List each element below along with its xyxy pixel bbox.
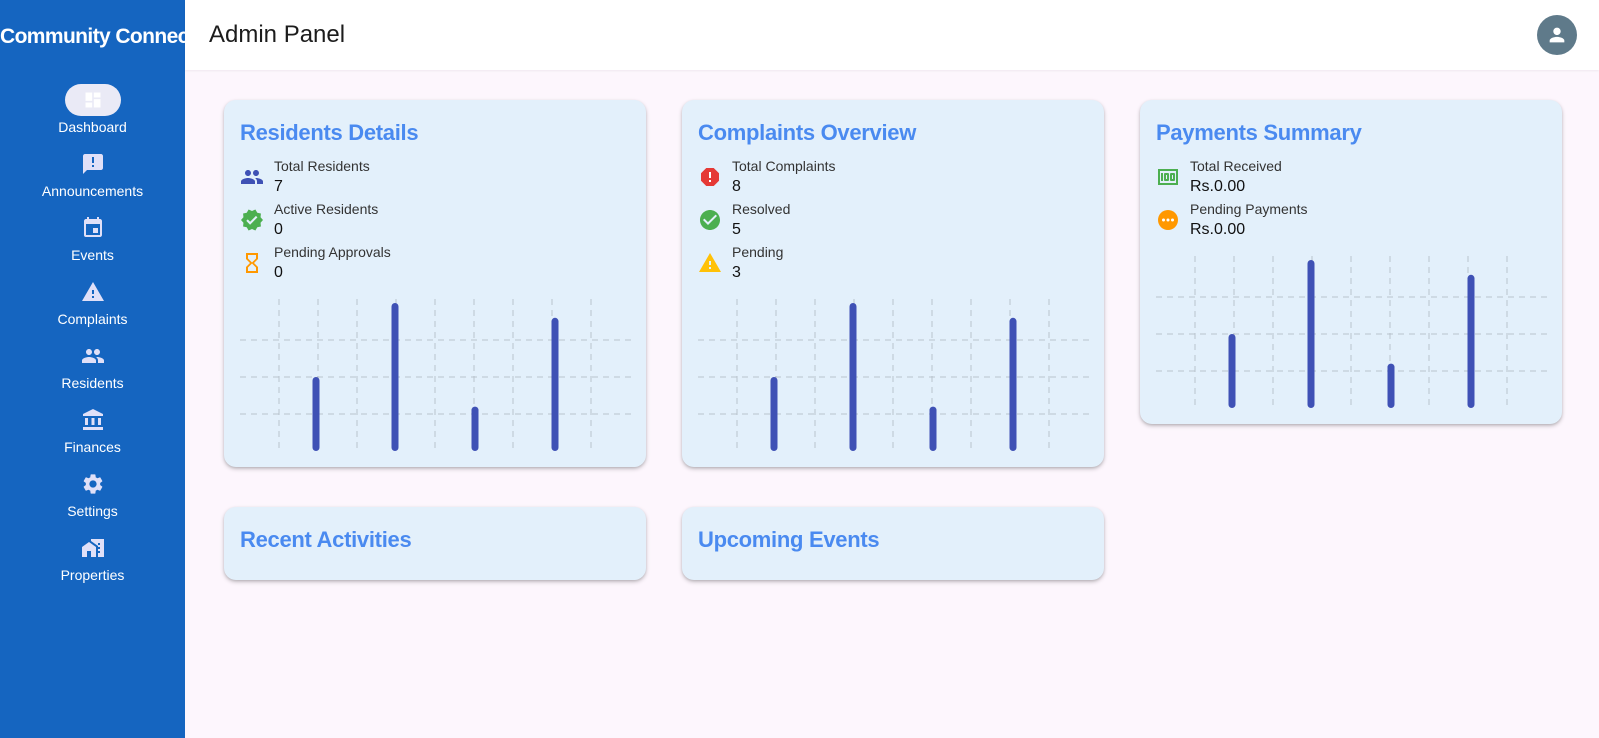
residents-bar-chart [240,299,632,451]
stat-total-received: Total Received Rs.0.00 [1156,157,1516,199]
check-circle-icon [698,208,722,232]
sidebar-item-label: Residents [61,375,124,391]
top-app-bar: Admin Panel [185,0,1599,70]
stat-label: Pending [732,244,784,260]
chart-bar [1387,363,1395,408]
stat-active-residents: Active Residents 0 [240,200,600,242]
calendar-icon [65,212,121,244]
sidebar-item-residents[interactable]: Residents [0,340,185,404]
page-title: Admin Panel [209,21,346,48]
sidebar-item-label: Events [71,247,114,263]
chart-bar [312,377,320,451]
sidebar-item-label: Finances [64,439,121,455]
app-brand: Community Connect [0,25,185,48]
warning-icon [65,276,121,308]
sidebar-item-label: Settings [67,503,118,519]
stat-total-complaints: Total Complaints 8 [698,157,1058,199]
stat-label: Total Residents [274,158,370,174]
stat-total-residents: Total Residents 7 [240,157,600,199]
chart-bar [770,377,778,451]
money-icon [1156,165,1180,189]
chart-bar [1307,260,1315,408]
sidebar-item-label: Dashboard [58,119,127,135]
sidebar-item-announcements[interactable]: Announcements [0,148,185,212]
bank-icon [65,404,121,436]
sidebar-item-properties[interactable]: Properties [0,532,185,596]
stat-value: 0 [274,221,283,238]
stat-label: Resolved [732,201,791,217]
sidebar-item-label: Properties [60,567,125,583]
stat-pending: Pending 3 [698,243,1058,285]
chart-bar [1467,274,1475,408]
stat-pending-approvals: Pending Approvals 0 [240,243,600,285]
card-title: Residents Details [240,120,419,145]
card-title: Recent Activities [240,527,412,552]
people-icon [240,165,264,189]
people-icon [65,340,121,372]
sidebar-item-label: Complaints [57,311,128,327]
stat-label: Pending Payments [1190,201,1308,217]
recent-activities-card: Recent Activities [224,507,646,580]
account-icon[interactable] [1537,15,1577,55]
hourglass-icon [240,251,264,275]
complaints-bar-chart [698,299,1090,451]
verified-icon [240,208,264,232]
stat-resolved: Resolved 5 [698,200,1058,242]
error-octagon-icon [698,165,722,189]
chart-bar [471,406,479,451]
sidebar-item-finances[interactable]: Finances [0,404,185,468]
warning-icon [698,251,722,275]
chart-bar [929,406,937,451]
sidebar-item-complaints[interactable]: Complaints [0,276,185,340]
announcement-icon [65,148,121,180]
stat-value: 0 [274,264,283,281]
complaints-overview-card: Complaints Overview Total Complaints 8 R… [682,100,1104,467]
stat-value: 8 [732,178,741,195]
chart-bar [391,303,399,451]
stat-pending-payments: Pending Payments Rs.0.00 [1156,200,1516,242]
payments-summary-card: Payments Summary Total Received Rs.0.00 … [1140,100,1562,424]
dashboard-icon [65,84,121,116]
stat-label: Active Residents [274,201,379,217]
chart-bar [1228,334,1236,408]
payments-bar-chart [1156,256,1548,408]
card-title: Payments Summary [1156,120,1362,145]
home-work-icon [65,532,121,564]
sidebar-item-label: Announcements [41,183,144,199]
stat-value: 3 [732,264,741,281]
card-title: Upcoming Events [698,527,880,552]
residents-details-card: Residents Details Total Residents 7 Acti… [224,100,646,467]
card-title: Complaints Overview [698,120,917,145]
pending-icon [1156,208,1180,232]
stat-label: Total Complaints [732,158,836,174]
gear-icon [65,468,121,500]
stat-value: 7 [274,178,283,195]
sidebar-item-events[interactable]: Events [0,212,185,276]
upcoming-events-card: Upcoming Events [682,507,1104,580]
stat-value: Rs.0.00 [1190,221,1246,238]
sidebar-item-dashboard[interactable]: Dashboard [0,84,185,148]
chart-bar [551,317,559,451]
sidebar: Community Connect Dashboard Announcement… [0,0,185,738]
stat-label: Total Received [1190,158,1282,174]
sidebar-nav: Dashboard Announcements Events Complaint… [0,84,185,596]
chart-bar [849,303,857,451]
chart-bar [1009,317,1017,451]
stat-value: Rs.0.00 [1190,178,1246,195]
stat-label: Pending Approvals [274,244,391,260]
sidebar-item-settings[interactable]: Settings [0,468,185,532]
stat-value: 5 [732,221,741,238]
